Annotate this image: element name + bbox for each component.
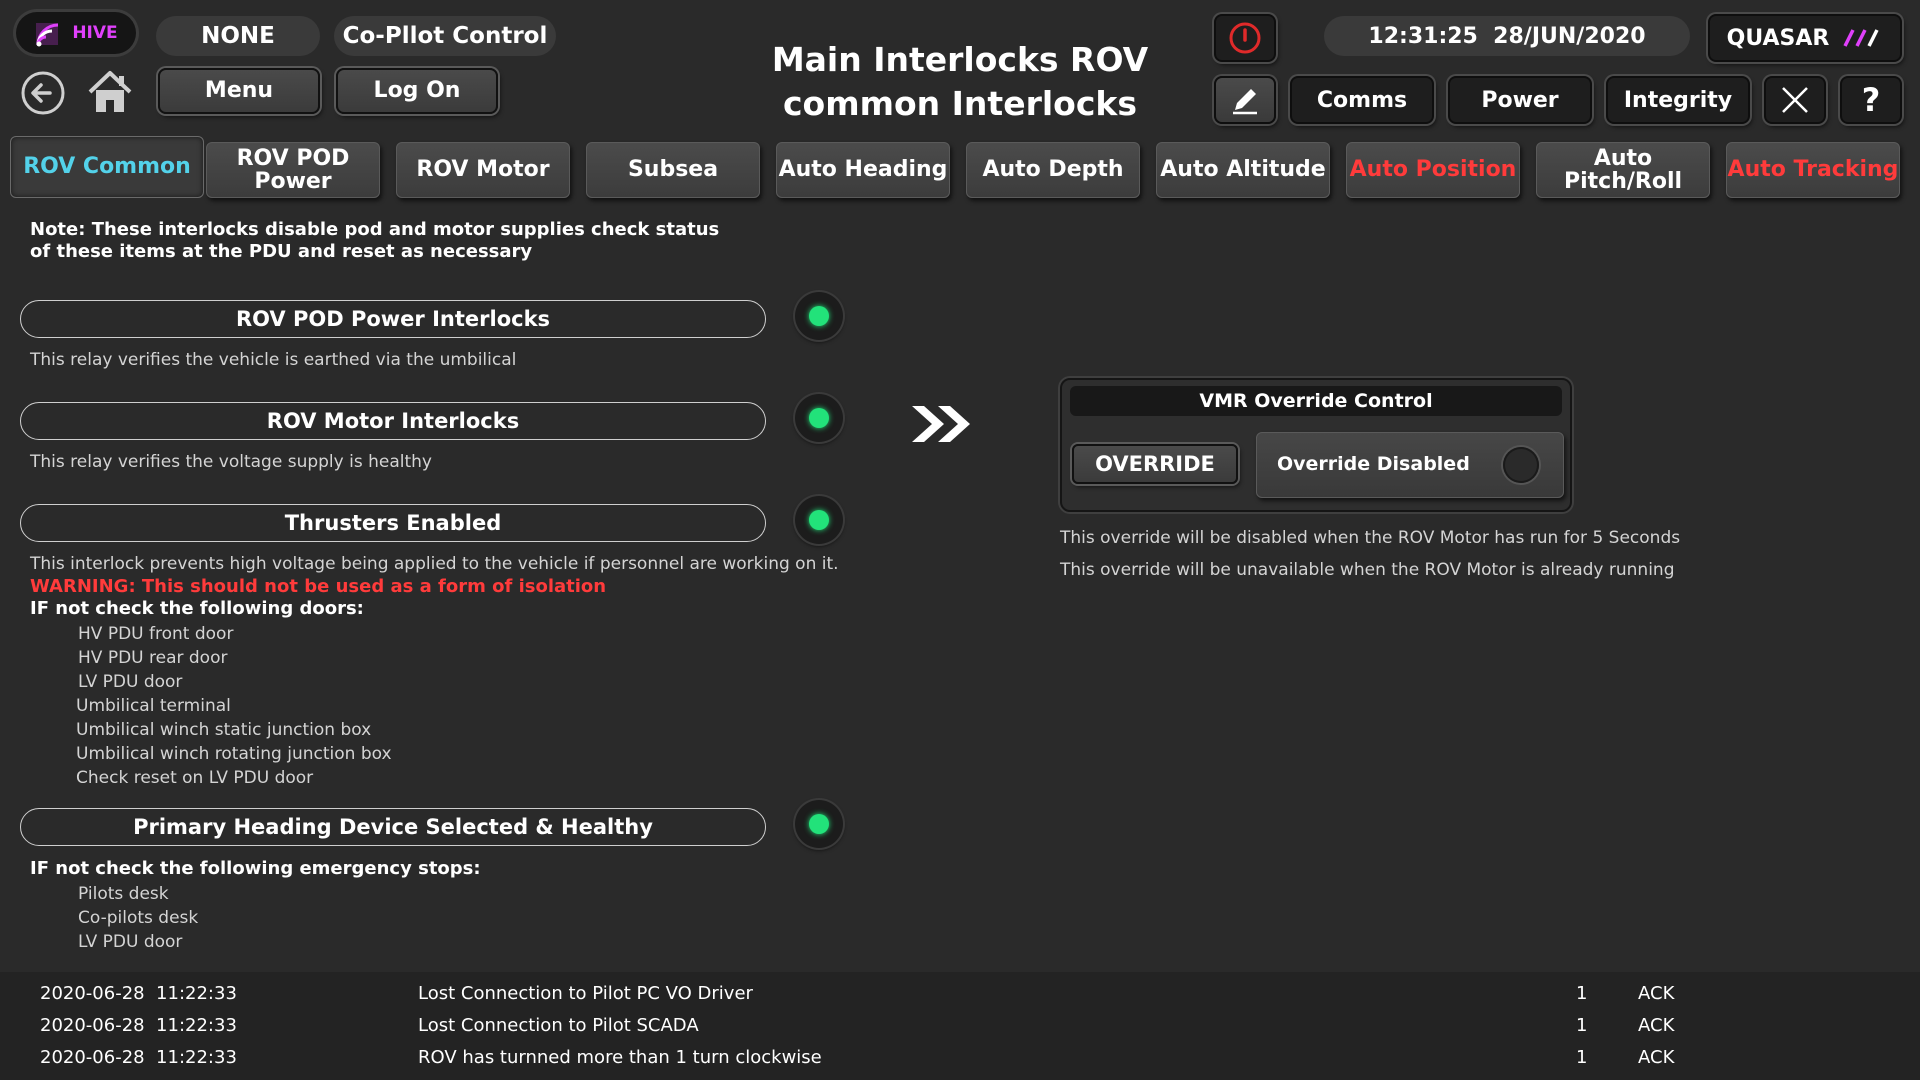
emergency-stop-button[interactable] (1214, 14, 1276, 62)
alarm-ack[interactable]: ACK (1638, 983, 1674, 1004)
page-title-line2: common Interlocks (783, 84, 1137, 123)
edit-button[interactable] (1214, 76, 1276, 124)
logo-text: HIVE (72, 23, 118, 43)
close-icon (1782, 87, 1808, 113)
door-check-list: HV PDU front door HV PDU rear door LV PD… (76, 622, 392, 790)
list-item: Pilots desk (78, 884, 169, 904)
list-item: Umbilical terminal (76, 696, 231, 716)
note-line2: of these items at the PDU and reset as n… (30, 241, 533, 262)
thrusters-enabled-label: Thrusters Enabled (20, 504, 766, 542)
alarm-count: 1 (1576, 1047, 1588, 1068)
tab-rov-common[interactable]: ROV Common (10, 136, 204, 198)
comms-button[interactable]: Comms (1290, 76, 1434, 124)
table-row[interactable]: 2020-06-28 11:22:33 Lost Connection to P… (0, 978, 1920, 1010)
mode-indicator: NONE (156, 16, 320, 56)
tab-auto-altitude[interactable]: Auto Altitude (1156, 142, 1330, 198)
list-item: Umbilical winch rotating junction box (76, 744, 392, 764)
help-icon: ? (1861, 81, 1881, 119)
tab-rov-motor[interactable]: ROV Motor (396, 142, 570, 198)
logon-button[interactable]: Log On (336, 68, 498, 114)
list-item: LV PDU door (78, 672, 183, 692)
table-row[interactable]: 2020-06-28 11:22:33 Lost Connection to P… (0, 1010, 1920, 1042)
signal-icon (36, 23, 59, 47)
list-item: Umbilical winch static junction box (76, 720, 372, 740)
alarm-time: 2020-06-28 11:22:33 (40, 983, 237, 1004)
page-title-line1: Main Interlocks ROV (771, 40, 1149, 79)
thrusters-warning: WARNING: This should not be used as a fo… (30, 576, 607, 597)
motor-status-led (795, 394, 843, 442)
integrity-button[interactable]: Integrity (1606, 76, 1750, 124)
note-line1: Note: These interlocks disable pod and m… (30, 219, 720, 240)
list-item: LV PDU door (78, 932, 183, 952)
back-button[interactable] (20, 70, 66, 116)
tab-rov-pod-power[interactable]: ROV POD Power (206, 142, 380, 198)
home-button[interactable] (86, 68, 134, 116)
alarm-count: 1 (1576, 983, 1588, 1004)
override-status-text: Override Disabled (1277, 453, 1470, 475)
interlock-note: Note: These interlocks disable pod and m… (30, 219, 719, 263)
alarm-message: Lost Connection to Pilot SCADA (418, 1015, 699, 1036)
motor-description: This relay verifies the voltage supply i… (30, 452, 432, 472)
table-row[interactable]: 2020-06-28 11:22:33 ROV has turnned more… (0, 1042, 1920, 1074)
back-arrow-icon (21, 71, 65, 115)
heading-device-status-led (795, 800, 843, 848)
estop-check-list: Pilots desk Co-pilots desk LV PDU door (78, 882, 198, 954)
tab-auto-heading[interactable]: Auto Heading (776, 142, 950, 198)
list-item: HV PDU front door (78, 624, 234, 644)
hive-logo[interactable]: HIVE (16, 12, 136, 54)
vehicle-name: QUASAR (1726, 25, 1830, 51)
alarm-log: 2020-06-28 11:22:33 Lost Connection to P… (0, 972, 1920, 1080)
estop-check-heading: IF not check the following emergency sto… (30, 858, 481, 879)
heading-device-label: Primary Heading Device Selected & Health… (20, 808, 766, 846)
override-note-1: This override will be disabled when the … (1060, 528, 1681, 548)
double-chevron-right-icon (910, 404, 974, 448)
tab-subsea[interactable]: Subsea (586, 142, 760, 198)
pod-power-description: This relay verifies the vehicle is earth… (30, 350, 517, 370)
power-button[interactable]: Power (1448, 76, 1592, 124)
pod-power-interlock-label: ROV POD Power Interlocks (20, 300, 766, 338)
home-icon (88, 71, 132, 112)
motor-interlock-label: ROV Motor Interlocks (20, 402, 766, 440)
tab-auto-position[interactable]: Auto Position (1346, 142, 1520, 198)
vmr-panel-title: VMR Override Control (1070, 386, 1562, 416)
status-dot (809, 814, 829, 834)
pencil-icon (1233, 89, 1257, 115)
slashes-logo-icon (1843, 29, 1879, 47)
override-status-indicator (1503, 447, 1539, 483)
status-dot (809, 306, 829, 326)
override-note-2: This override will be unavailable when t… (1060, 560, 1675, 580)
tab-auto-tracking[interactable]: Auto Tracking (1726, 142, 1900, 198)
page-title: Main Interlocks ROV common Interlocks (700, 38, 1220, 126)
control-indicator: Co-Pllot Control (334, 16, 556, 56)
tab-auto-pitch-roll[interactable]: Auto Pitch/Roll (1536, 142, 1710, 198)
thrusters-status-led (795, 496, 843, 544)
override-status-toggle[interactable]: Override Disabled (1256, 432, 1564, 498)
alarm-ack[interactable]: ACK (1638, 1015, 1674, 1036)
power-icon (1229, 22, 1261, 54)
clock-display: 12:31:25 28/JUN/2020 (1324, 16, 1690, 56)
alarm-time: 2020-06-28 11:22:33 (40, 1047, 237, 1068)
list-item: Co-pilots desk (78, 908, 199, 928)
alarm-count: 1 (1576, 1015, 1588, 1036)
tab-auto-depth[interactable]: Auto Depth (966, 142, 1140, 198)
vmr-override-panel: VMR Override Control OVERRIDE Override D… (1060, 378, 1572, 512)
alarm-time: 2020-06-28 11:22:33 (40, 1015, 237, 1036)
alarm-ack[interactable]: ACK (1638, 1047, 1674, 1068)
list-item: HV PDU rear door (78, 648, 228, 668)
vehicle-selector[interactable]: QUASAR (1708, 14, 1902, 62)
override-button[interactable]: OVERRIDE (1072, 444, 1238, 484)
pod-power-status-led (795, 292, 843, 340)
status-dot (809, 408, 829, 428)
list-item: Check reset on LV PDU door (76, 768, 314, 788)
close-button[interactable] (1764, 76, 1826, 124)
alarm-message: ROV has turnned more than 1 turn clockwi… (418, 1047, 822, 1068)
doors-check-heading: IF not check the following doors: (30, 598, 364, 619)
thrusters-description: This interlock prevents high voltage bei… (30, 554, 839, 574)
menu-button[interactable]: Menu (158, 68, 320, 114)
status-dot (809, 510, 829, 530)
help-button[interactable]: ? (1840, 76, 1902, 124)
alarm-message: Lost Connection to Pilot PC VO Driver (418, 983, 753, 1004)
